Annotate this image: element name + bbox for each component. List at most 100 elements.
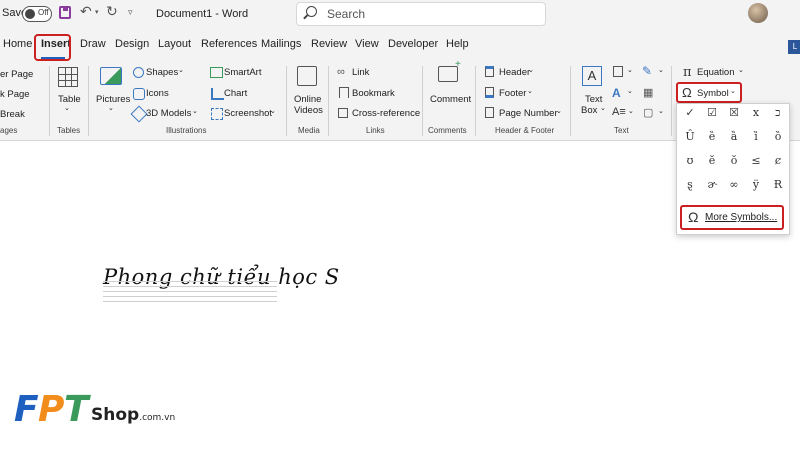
symbol-cell[interactable]: ĕ	[702, 151, 722, 171]
smartart-icon[interactable]	[210, 67, 223, 78]
customize-qat-icon[interactable]: ▿	[128, 7, 133, 18]
symbol-cell[interactable]: ﬤ	[768, 103, 788, 123]
symbol-cell[interactable]: ȿ	[680, 175, 700, 195]
equation-icon[interactable]: π	[683, 65, 692, 80]
symbol-cell[interactable]: ȼ	[768, 151, 788, 171]
comment-button-label[interactable]: Comment	[430, 94, 471, 105]
cross-reference-icon[interactable]	[338, 108, 348, 118]
symbol-cell[interactable]: ☑	[702, 103, 722, 123]
icons-button[interactable]: Icons	[146, 88, 169, 99]
symbol-cell[interactable]: ʊ	[680, 151, 700, 171]
page-number-dropdown-icon[interactable]: ⌄	[556, 107, 562, 115]
tab-view[interactable]: View	[355, 38, 379, 50]
tab-references[interactable]: References	[201, 38, 257, 50]
tab-review[interactable]: Review	[311, 38, 347, 50]
blank-page-button[interactable]: k Page	[0, 89, 30, 100]
account-badge[interactable]: L	[788, 40, 800, 54]
symbol-cell[interactable]: Ɍ	[768, 175, 788, 195]
footer-icon[interactable]	[485, 87, 494, 98]
text-box-dropdown-icon[interactable]: ⌄	[600, 104, 606, 112]
equation-button[interactable]: Equation	[697, 67, 735, 78]
wordart-dropdown-icon[interactable]: ⌄	[627, 87, 633, 95]
cover-page-button[interactable]: er Page	[0, 69, 33, 80]
date-time-icon[interactable]: ▦	[643, 86, 653, 99]
shapes-dropdown-icon[interactable]: ⌄	[178, 66, 184, 74]
table-dropdown-icon[interactable]: ⌄	[64, 104, 70, 112]
wordart-icon[interactable]: A	[612, 86, 621, 100]
symbol-cell[interactable]: ✓	[680, 103, 700, 123]
symbol-dropdown-icon: ⌄	[730, 88, 736, 95]
autosave-toggle[interactable]: Off	[22, 6, 52, 22]
symbol-cell[interactable]: ∞	[724, 175, 744, 195]
shapes-button[interactable]: Shapes	[146, 67, 178, 78]
header-icon[interactable]	[485, 66, 494, 77]
online-videos-label-1[interactable]: Online	[294, 94, 321, 105]
tab-mailings[interactable]: Mailings	[261, 38, 301, 50]
screenshot-dropdown-icon[interactable]: ⌄	[270, 107, 276, 115]
tab-design[interactable]: Design	[115, 38, 149, 50]
page-number-icon[interactable]	[485, 107, 494, 118]
pictures-icon[interactable]	[100, 67, 122, 85]
quick-parts-icon[interactable]	[613, 66, 623, 77]
screenshot-button[interactable]: Screenshot	[224, 108, 272, 119]
page-number-button[interactable]: Page Number	[499, 108, 558, 119]
tab-draw[interactable]: Draw	[80, 38, 106, 50]
link-button[interactable]: Link	[352, 67, 369, 78]
symbol-cell[interactable]: ≤	[746, 151, 766, 171]
bookmark-icon[interactable]	[339, 87, 349, 98]
symbol-cell[interactable]: ☒	[724, 103, 744, 123]
quick-parts-dropdown-icon[interactable]: ⌄	[627, 66, 633, 74]
header-dropdown-icon[interactable]: ⌄	[528, 66, 534, 74]
symbol-cell[interactable]: Ȗ	[680, 127, 700, 147]
symbol-cell[interactable]: ȍ	[768, 127, 788, 147]
undo-icon[interactable]: ↶	[80, 3, 92, 20]
text-box-label-2[interactable]: Box	[581, 105, 597, 116]
equation-dropdown-icon[interactable]: ⌄	[738, 66, 744, 74]
save-icon[interactable]	[59, 6, 71, 19]
symbol-cell[interactable]: x	[746, 103, 766, 123]
smartart-button[interactable]: SmartArt	[224, 67, 261, 78]
symbol-cell[interactable]: ȉ	[746, 127, 766, 147]
footer-button[interactable]: Footer	[499, 88, 526, 99]
link-icon[interactable]: ∞	[337, 66, 345, 78]
3d-models-button[interactable]: 3D Models	[146, 108, 191, 119]
3d-models-dropdown-icon[interactable]: ⌄	[192, 107, 198, 115]
avatar[interactable]	[748, 3, 768, 23]
more-symbols-button[interactable]: Ω More Symbols...	[680, 205, 784, 230]
pictures-dropdown-icon[interactable]: ⌄	[108, 104, 114, 112]
icons-icon[interactable]	[133, 88, 145, 100]
symbol-cell[interactable]: ȁ	[724, 127, 744, 147]
drop-cap-icon[interactable]: A≡	[612, 106, 626, 118]
table-icon[interactable]	[58, 67, 78, 87]
screenshot-icon[interactable]	[211, 108, 223, 120]
cross-reference-button[interactable]: Cross-reference	[352, 108, 420, 119]
drop-cap-dropdown-icon[interactable]: ⌄	[628, 107, 634, 115]
page-break-button[interactable]: Break	[0, 109, 25, 120]
symbol-button[interactable]: Ω Symbol ⌄	[676, 82, 742, 103]
symbol-cell[interactable]: ɚ	[702, 175, 722, 195]
tab-developer[interactable]: Developer	[388, 38, 438, 50]
tab-help[interactable]: Help	[446, 38, 469, 50]
tab-home[interactable]: Home	[3, 38, 32, 50]
symbol-cell[interactable]: ȅ	[702, 127, 722, 147]
text-box-icon[interactable]: A	[582, 66, 602, 86]
signature-dropdown-icon[interactable]: ⌄	[658, 66, 664, 74]
undo-dropdown-icon[interactable]: ▾	[95, 8, 99, 16]
search-box[interactable]: Search	[296, 2, 546, 26]
tab-layout[interactable]: Layout	[158, 38, 191, 50]
symbol-cell[interactable]: ÿ	[746, 175, 766, 195]
footer-dropdown-icon[interactable]: ⌄	[527, 87, 533, 95]
object-dropdown-icon[interactable]: ⌄	[658, 107, 664, 115]
symbol-cell[interactable]: ŏ	[724, 151, 744, 171]
signature-line-icon[interactable]: ✎	[642, 64, 652, 78]
comment-icon[interactable]: +	[438, 60, 461, 82]
chart-button[interactable]: Chart	[224, 88, 247, 99]
chart-icon[interactable]	[211, 88, 224, 100]
shapes-icon[interactable]	[133, 67, 144, 78]
bookmark-button[interactable]: Bookmark	[352, 88, 395, 99]
online-videos-icon[interactable]	[297, 66, 317, 86]
redo-icon[interactable]: ↻	[106, 3, 118, 20]
object-icon[interactable]: ▢	[643, 106, 653, 119]
header-button[interactable]: Header	[499, 67, 530, 78]
online-videos-label-2[interactable]: Videos	[294, 105, 323, 116]
